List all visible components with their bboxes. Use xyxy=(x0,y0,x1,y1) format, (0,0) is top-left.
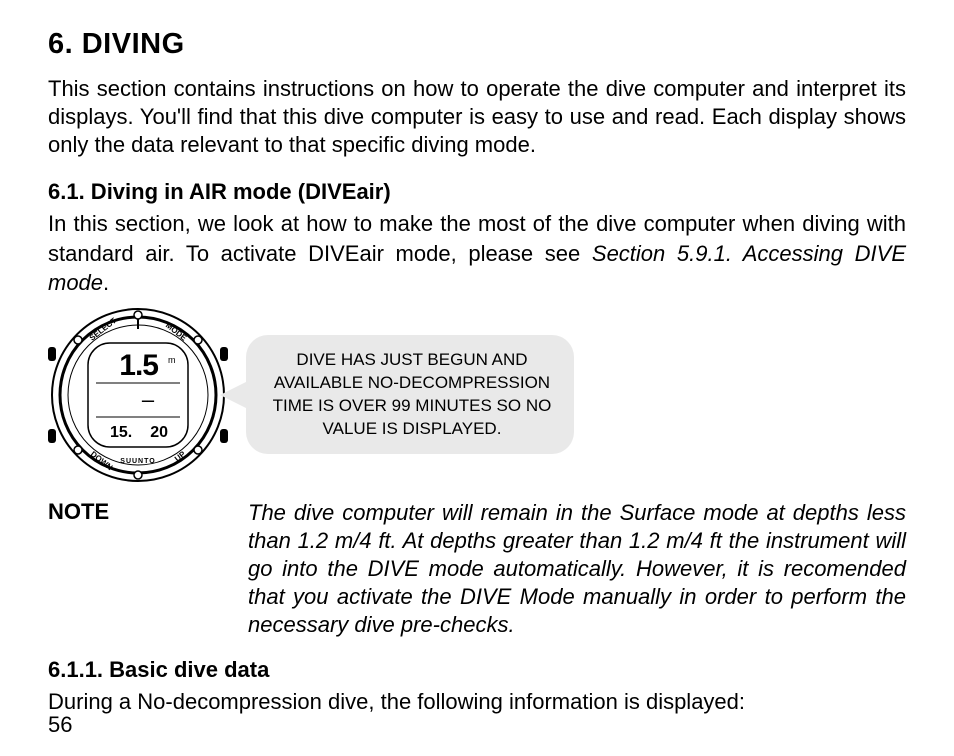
note-label: NOTE xyxy=(48,499,208,640)
section-6-1-post: . xyxy=(103,270,109,295)
section-6-1-1-paragraph: During a No-decompression dive, the foll… xyxy=(48,687,906,716)
display-depth: 1.5 xyxy=(119,349,158,382)
chapter-title: 6. DIVING xyxy=(48,28,906,61)
dive-computer-illustration: SELECT MODE DOWN UP 1.5 m – 15. 20 SUUNT… xyxy=(48,305,228,485)
display-m: m xyxy=(168,355,176,365)
figure-row: SELECT MODE DOWN UP 1.5 m – 15. 20 SUUNT… xyxy=(48,305,906,485)
manual-page: 6. DIVING This section contains instruct… xyxy=(0,0,954,756)
display-bottom-left: 15. xyxy=(110,424,132,441)
callout-bubble: DIVE HAS JUST BEGUN AND AVAILABLE NO-DEC… xyxy=(246,335,574,455)
section-6-1-heading: 6.1. Diving in AIR mode (DIVEair) xyxy=(48,179,906,205)
section-6-1-1-heading: 6.1.1. Basic dive data xyxy=(48,657,906,683)
section-6-1-paragraph: In this section, we look at how to make … xyxy=(48,209,906,296)
intro-paragraph: This section contains instructions on ho… xyxy=(48,75,906,159)
note-block: NOTE The dive computer will remain in th… xyxy=(48,499,906,640)
brand-label: SUUNTO xyxy=(120,458,155,465)
page-number: 56 xyxy=(48,712,72,738)
note-body: The dive computer will remain in the Sur… xyxy=(248,499,906,640)
display-bottom-right: 20 xyxy=(150,424,168,441)
dive-computer-svg: SELECT MODE DOWN UP 1.5 m – 15. 20 SUUNT… xyxy=(48,305,228,485)
display-mid: – xyxy=(142,387,155,412)
callout-text: DIVE HAS JUST BEGUN AND AVAILABLE NO-DEC… xyxy=(273,350,552,438)
